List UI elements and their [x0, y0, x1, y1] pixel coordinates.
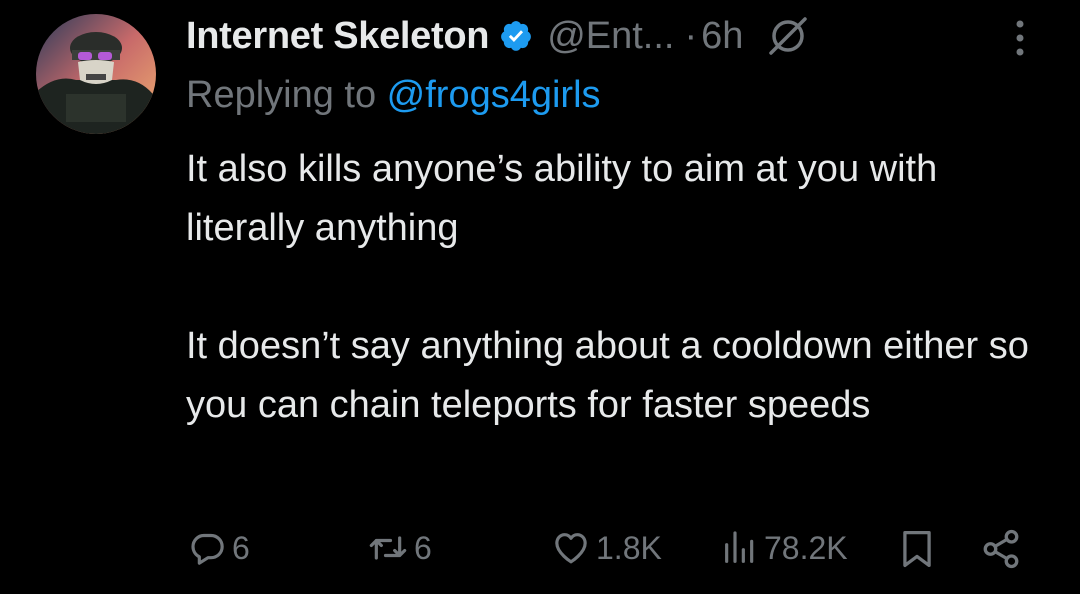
replying-to-mention[interactable]: @frogs4girls [387, 74, 601, 116]
views-icon [725, 531, 754, 563]
like-button[interactable]: 1.8K [550, 528, 662, 568]
tweet-paragraph: It doesn’t say anything about a cooldown… [186, 325, 1029, 426]
avatar[interactable] [36, 14, 156, 134]
reply-icon [191, 533, 224, 565]
views-button[interactable]: 78.2K [720, 528, 848, 568]
share-icon [983, 529, 1019, 569]
action-bar: 6 6 1.8K 78.2K [0, 520, 1080, 580]
avatar-image [36, 14, 156, 134]
author-display-name[interactable]: Internet Skeleton [186, 15, 489, 58]
tweet-paragraph: It also kills anyone’s ability to aim at… [186, 148, 938, 249]
like-icon [555, 533, 587, 564]
tweet-text: It also kills anyone’s ability to aim at… [186, 140, 1046, 435]
more-icon[interactable] [1004, 16, 1036, 60]
separator-dot: · [684, 14, 698, 57]
muted-icon [763, 11, 813, 61]
repost-count: 6 [414, 529, 432, 566]
share-button[interactable] [980, 528, 1022, 570]
replying-to-line: Replying to @frogs4girls [186, 74, 601, 117]
replying-to-label: Replying to [186, 74, 387, 116]
reply-button[interactable]: 6 [188, 528, 250, 568]
like-count: 1.8K [596, 529, 662, 566]
bookmark-icon [903, 530, 931, 568]
author-handle[interactable]: @Ent... [547, 15, 674, 58]
repost-icon [369, 536, 407, 560]
verified-badge-icon[interactable] [499, 19, 533, 53]
repost-button[interactable]: 6 [366, 528, 432, 568]
tweet-header: Internet Skeleton @Ent... · 6h [186, 8, 1046, 64]
bookmark-button[interactable] [898, 528, 936, 570]
views-count: 78.2K [764, 529, 848, 566]
reply-count: 6 [232, 529, 250, 566]
timestamp[interactable]: 6h [701, 15, 743, 58]
